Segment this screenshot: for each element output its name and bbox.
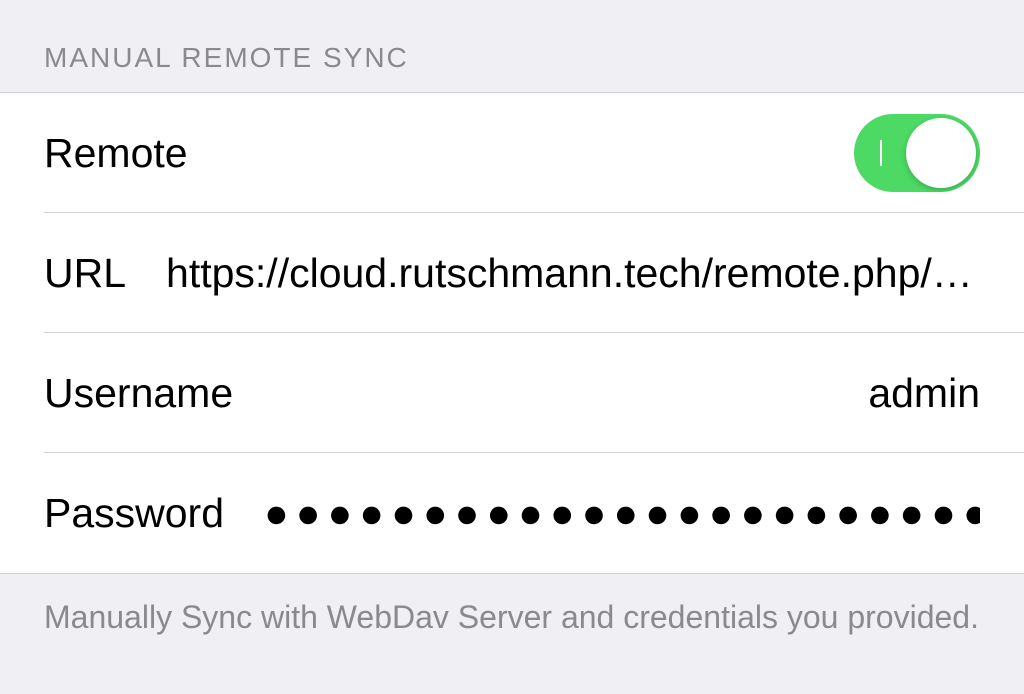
- username-label: Username: [44, 370, 233, 417]
- remote-row[interactable]: Remote: [0, 93, 1024, 213]
- password-label: Password: [44, 490, 224, 537]
- username-value: admin: [868, 370, 980, 417]
- username-row[interactable]: Username admin: [0, 333, 1024, 453]
- remote-label: Remote: [44, 130, 188, 177]
- toggle-knob: [906, 118, 976, 188]
- password-row[interactable]: Password ●●●●●●●●●●●●●●●●●●●●●●●●●●●●: [0, 453, 1024, 573]
- section-footer: Manually Sync with WebDav Server and cre…: [0, 574, 1024, 639]
- url-label: URL: [44, 250, 126, 297]
- url-value: https://cloud.rutschmann.tech/remote.php…: [166, 250, 980, 297]
- section-header: MANUAL REMOTE SYNC: [0, 0, 1024, 92]
- settings-list: Remote URL https://cloud.rutschmann.tech…: [0, 92, 1024, 574]
- url-row[interactable]: URL https://cloud.rutschmann.tech/remote…: [0, 213, 1024, 333]
- password-value: ●●●●●●●●●●●●●●●●●●●●●●●●●●●●: [264, 490, 980, 537]
- remote-toggle[interactable]: [854, 114, 980, 192]
- toggle-on-indicator: [880, 140, 882, 166]
